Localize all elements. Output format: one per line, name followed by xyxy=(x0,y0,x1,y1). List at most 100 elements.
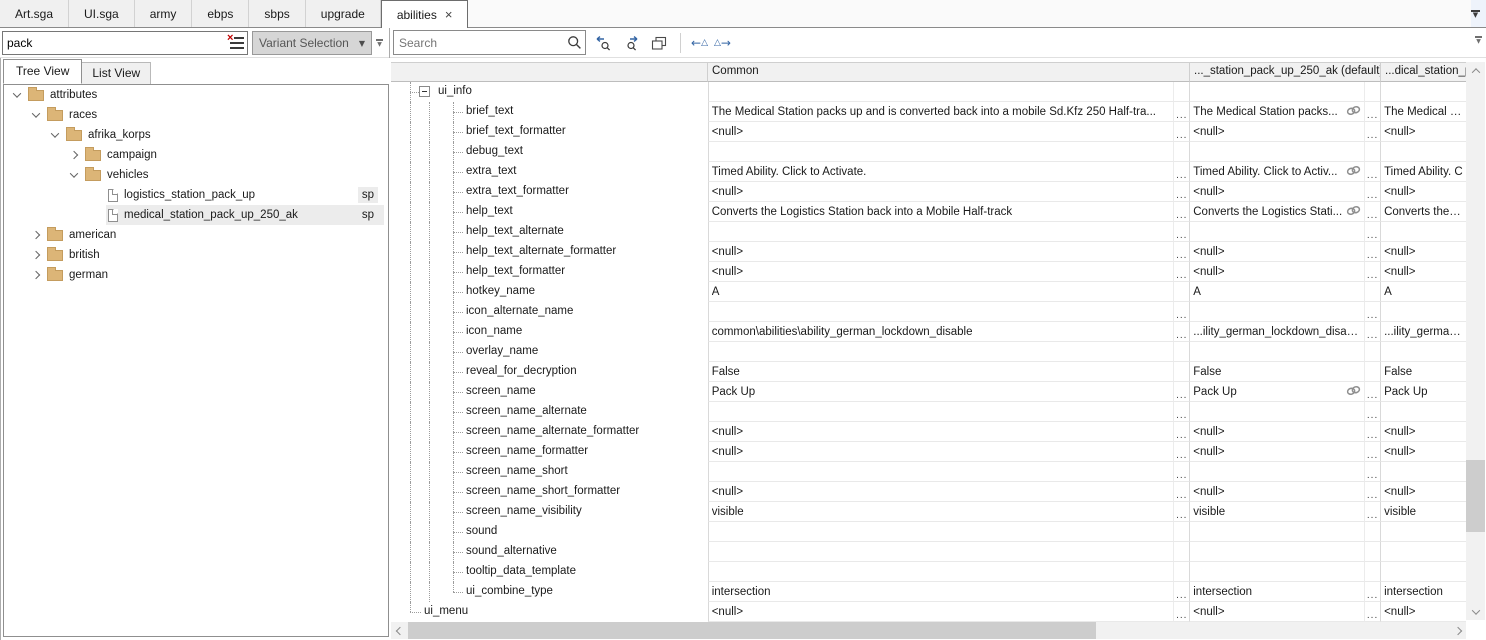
variant-default-value-cell[interactable] xyxy=(1189,302,1364,322)
variant-default-value-cell[interactable]: <null> xyxy=(1189,242,1364,262)
scroll-down-icon[interactable] xyxy=(1466,603,1485,620)
ellipsis-button[interactable]: ... xyxy=(1367,130,1378,141)
variant2-value-cell[interactable] xyxy=(1380,462,1466,482)
ellipsis-button[interactable]: ... xyxy=(1367,230,1378,241)
chevron-down-icon[interactable] xyxy=(51,129,59,137)
row-name-cell[interactable]: ui_info xyxy=(391,82,708,102)
chevron-right-icon[interactable] xyxy=(32,251,40,259)
variant2-value-cell[interactable]: <null> xyxy=(1380,442,1466,462)
variant2-value-cell[interactable]: visible xyxy=(1380,502,1466,522)
variant-default-value-cell[interactable] xyxy=(1189,142,1364,162)
row-name-cell[interactable]: debug_text xyxy=(391,142,708,162)
tree-item-logistics_station_pack_up[interactable]: logistics_station_pack_upsp xyxy=(4,185,388,205)
row-name-cell[interactable]: brief_text_formatter xyxy=(391,122,708,142)
common-value-cell[interactable]: Timed Ability. Click to Activate. xyxy=(708,162,1174,182)
variant-default-value-cell[interactable]: Pack Up xyxy=(1189,382,1364,402)
common-value-cell[interactable]: common\abilities\ability_german_lockdown… xyxy=(708,322,1174,342)
common-value-cell[interactable]: Pack Up xyxy=(708,382,1174,402)
variant-default-value-cell[interactable]: <null> xyxy=(1189,482,1364,502)
vertical-scroll-thumb[interactable] xyxy=(1466,460,1485,532)
variant2-value-cell[interactable] xyxy=(1380,222,1466,242)
ellipsis-button[interactable]: ... xyxy=(1176,190,1187,201)
variant2-value-cell[interactable]: The Medical Sta xyxy=(1380,102,1466,122)
search-previous-icon[interactable] xyxy=(592,33,614,53)
search-next-icon[interactable] xyxy=(620,33,642,53)
ellipsis-button[interactable]: ... xyxy=(1176,330,1187,341)
variant2-value-cell[interactable] xyxy=(1380,522,1466,542)
ellipsis-button[interactable]: ... xyxy=(1176,470,1187,481)
ellipsis-button[interactable]: ... xyxy=(1367,210,1378,221)
common-value-cell[interactable] xyxy=(708,222,1174,242)
variant2-value-cell[interactable] xyxy=(1380,82,1466,102)
variant2-value-cell[interactable]: ...ility_german_l xyxy=(1380,322,1466,342)
variant-default-value-cell[interactable] xyxy=(1189,342,1364,362)
chevron-right-icon[interactable] xyxy=(32,271,40,279)
table-search-input[interactable] xyxy=(394,36,563,50)
common-value-cell[interactable] xyxy=(708,562,1174,582)
variant-default-value-cell[interactable]: <null> xyxy=(1189,262,1364,282)
ellipsis-button[interactable]: ... xyxy=(1367,410,1378,421)
ellipsis-button[interactable]: ... xyxy=(1367,270,1378,281)
column-header-2[interactable]: ..._station_pack_up_250_ak (default) xyxy=(1190,62,1381,82)
horizontal-scroll-thumb[interactable] xyxy=(408,622,1096,639)
variant2-value-cell[interactable]: intersection xyxy=(1380,582,1466,602)
ellipsis-button[interactable]: ... xyxy=(1367,110,1378,121)
tab-army[interactable]: army xyxy=(135,0,193,27)
row-name-cell[interactable]: help_text_formatter xyxy=(391,262,708,282)
row-name-cell[interactable]: screen_name_visibility xyxy=(391,502,708,522)
variant2-value-cell[interactable] xyxy=(1380,562,1466,582)
variant-default-value-cell[interactable] xyxy=(1189,542,1364,562)
common-value-cell[interactable] xyxy=(708,302,1174,322)
common-value-cell[interactable] xyxy=(708,142,1174,162)
variant2-value-cell[interactable] xyxy=(1380,302,1466,322)
tree-item-races[interactable]: races xyxy=(4,105,388,125)
tab-overflow-icon[interactable]: ▼ xyxy=(1471,10,1480,18)
chevron-down-icon[interactable] xyxy=(32,109,40,117)
common-value-cell[interactable]: <null> xyxy=(708,602,1174,622)
common-value-cell[interactable]: <null> xyxy=(708,122,1174,142)
ellipsis-button[interactable]: ... xyxy=(1176,110,1187,121)
variant2-value-cell[interactable]: <null> xyxy=(1380,122,1466,142)
variant2-value-cell[interactable]: Converts the Lo xyxy=(1380,202,1466,222)
common-value-cell[interactable]: False xyxy=(708,362,1174,382)
common-value-cell[interactable]: <null> xyxy=(708,442,1174,462)
common-value-cell[interactable]: <null> xyxy=(708,182,1174,202)
ellipsis-button[interactable]: ... xyxy=(1367,250,1378,261)
common-value-cell[interactable] xyxy=(708,82,1174,102)
variant-default-value-cell[interactable]: False xyxy=(1189,362,1364,382)
common-value-cell[interactable]: visible xyxy=(708,502,1174,522)
vertical-scrollbar[interactable] xyxy=(1466,62,1485,620)
right-toolbar-overflow-icon[interactable]: ▼ xyxy=(1475,36,1482,44)
ellipsis-button[interactable]: ... xyxy=(1367,390,1378,401)
variant2-value-cell[interactable]: <null> xyxy=(1380,482,1466,502)
left-toolbar-overflow-icon[interactable]: ▼ xyxy=(376,39,383,47)
row-name-cell[interactable]: screen_name_short_formatter xyxy=(391,482,708,502)
tree-item-american[interactable]: american xyxy=(4,225,388,245)
row-name-cell[interactable]: reveal_for_decryption xyxy=(391,362,708,382)
scroll-left-icon[interactable] xyxy=(391,622,408,639)
ellipsis-button[interactable]: ... xyxy=(1176,250,1187,261)
variant2-value-cell[interactable] xyxy=(1380,542,1466,562)
row-name-cell[interactable]: overlay_name xyxy=(391,342,708,362)
common-value-cell[interactable]: intersection xyxy=(708,582,1174,602)
variant-default-value-cell[interactable] xyxy=(1189,462,1364,482)
common-value-cell[interactable]: A xyxy=(708,282,1174,302)
ellipsis-button[interactable]: ... xyxy=(1367,610,1378,621)
ellipsis-button[interactable]: ... xyxy=(1176,310,1187,321)
row-name-cell[interactable]: help_text xyxy=(391,202,708,222)
variant-default-value-cell[interactable]: <null> xyxy=(1189,182,1364,202)
tree-item-attributes[interactable]: attributes xyxy=(4,85,388,105)
tab-UI-sga[interactable]: UI.sga xyxy=(69,0,135,27)
tab-abilities[interactable]: abilities× xyxy=(381,0,469,28)
ellipsis-button[interactable]: ... xyxy=(1176,130,1187,141)
common-value-cell[interactable]: <null> xyxy=(708,422,1174,442)
variant-default-value-cell[interactable] xyxy=(1189,522,1364,542)
copy-window-icon[interactable] xyxy=(648,33,670,53)
ellipsis-button[interactable]: ... xyxy=(1367,470,1378,481)
next-difference-icon[interactable]: △ → xyxy=(714,37,731,49)
variant-selection-dropdown[interactable]: Variant Selection ▼ xyxy=(252,31,372,55)
tree-item-medical_station_pack_up_250_ak[interactable]: medical_station_pack_up_250_aksp xyxy=(4,205,388,225)
variant-default-value-cell[interactable]: visible xyxy=(1189,502,1364,522)
common-value-cell[interactable] xyxy=(708,462,1174,482)
variant-default-value-cell[interactable]: <null> xyxy=(1189,442,1364,462)
